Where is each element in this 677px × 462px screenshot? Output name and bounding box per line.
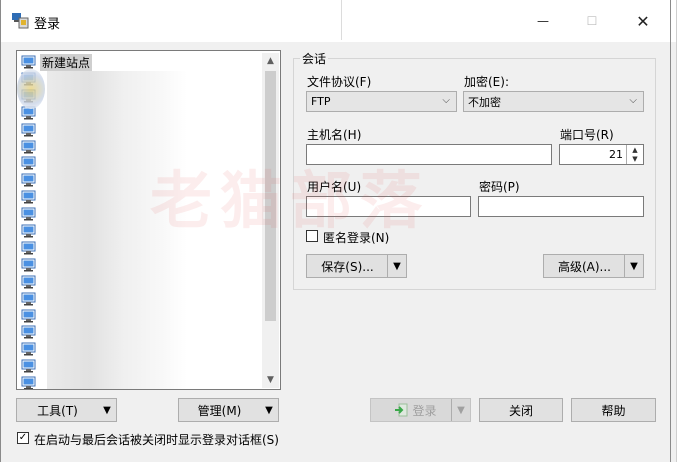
anonymous-checkbox[interactable] [306,230,318,242]
spin-up-icon[interactable]: ▲ [627,145,643,154]
scroll-thumb[interactable] [265,71,276,321]
startup-checkbox[interactable]: ✓ [17,432,29,444]
site-list-scrollbar[interactable]: ▲ ▼ [262,53,279,388]
startup-label: 在启动与最后会话被关闭时显示登录对话框(S) [34,433,279,447]
site-item-new[interactable]: 新建站点 [21,53,241,71]
protocol-select[interactable]: FTP ⌵ [306,91,457,112]
close-window-button[interactable]: ✕ [620,0,666,42]
computer-icon [21,376,36,389]
frame-divider [341,0,342,40]
save-button[interactable]: 保存(S)... ▼ [306,254,407,278]
save-button-label: 保存(S)... [321,259,374,274]
computer-icon [21,309,36,323]
maximize-button[interactable]: ☐ [569,0,615,42]
computer-icon [21,224,36,238]
site-tree[interactable]: 新建站点 [16,50,281,390]
help-button[interactable]: 帮助 [571,398,656,422]
user-input[interactable] [306,196,471,217]
dropdown-arrow-icon: ▼ [265,404,273,416]
encryption-select[interactable]: 不加密 ⌵ [463,91,644,112]
spin-down-icon[interactable]: ▼ [627,154,643,163]
computer-icon [21,207,36,221]
chevron-up-icon: ▲ [267,56,274,66]
tools-button[interactable]: 工具(T) ▼ [16,398,117,422]
port-spinner[interactable]: 21 ▲ ▼ [559,144,644,165]
advanced-button-label: 高级(A)... [557,259,612,274]
minimize-button[interactable]: — [520,0,566,42]
dropdown-arrow-icon: ▼ [103,404,111,416]
computer-icon [21,342,36,356]
minimize-icon: — [537,14,549,28]
login-button[interactable]: 登录 ▼ [370,398,471,422]
dropdown-arrow-icon[interactable]: ▼ [624,255,643,277]
protocol-value: FTP [311,95,331,108]
login-icon [395,403,408,417]
close-button[interactable]: 关闭 [479,398,563,422]
app-icon [12,13,29,29]
help-button-label: 帮助 [601,403,626,418]
computer-icon [21,173,36,187]
window-title: 登录 [34,17,61,32]
scroll-down-button[interactable]: ▼ [262,372,279,388]
manage-button-label: 管理(M) [197,403,242,418]
redacted-region [17,69,45,109]
port-value: 21 [609,148,623,161]
computer-icon [21,55,36,69]
frame-edge [0,0,1,462]
password-label: 密码(P) [479,180,520,194]
chevron-down-icon: ⌵ [629,95,637,106]
tools-button-label: 工具(T) [37,403,78,418]
maximize-icon: ☐ [586,14,598,28]
computer-icon [21,325,36,339]
computer-icon [21,123,36,137]
password-input[interactable] [478,196,644,217]
host-input[interactable] [306,144,552,165]
scroll-up-button[interactable]: ▲ [262,53,279,69]
computer-icon [21,292,36,306]
title-bar: 登录 — ☐ ✕ [0,0,677,42]
encryption-label: 加密(E): [464,75,509,89]
redacted-region [47,71,187,389]
advanced-button[interactable]: 高级(A)... ▼ [543,254,644,278]
dropdown-arrow-icon[interactable]: ▼ [387,255,406,277]
port-spin-buttons[interactable]: ▲ ▼ [626,145,643,164]
site-item-label: 新建站点 [40,53,93,71]
checkmark-icon: ✓ [18,432,28,443]
computer-icon [21,241,36,255]
port-label: 端口号(R) [560,128,614,142]
computer-icon [21,140,36,154]
computer-icon [21,156,36,170]
computer-icon [21,190,36,204]
manage-button[interactable]: 管理(M) ▼ [178,398,279,422]
close-button-label: 关闭 [508,403,533,418]
dropdown-arrow-icon[interactable]: ▼ [451,399,470,421]
close-icon: ✕ [636,11,650,31]
chevron-down-icon: ▼ [267,375,274,385]
login-button-label: 登录 [412,403,437,418]
protocol-label: 文件协议(F) [307,75,372,89]
computer-icon [21,275,36,289]
computer-icon [21,359,36,373]
encryption-value: 不加密 [468,95,501,109]
chevron-down-icon: ⌵ [442,95,450,106]
user-label: 用户名(U) [307,180,362,194]
computer-icon [21,258,36,272]
frame-edge [670,0,671,462]
host-label: 主机名(H) [307,128,362,142]
anonymous-label: 匿名登录(N) [323,231,390,245]
session-caption: 会话 [300,50,329,67]
